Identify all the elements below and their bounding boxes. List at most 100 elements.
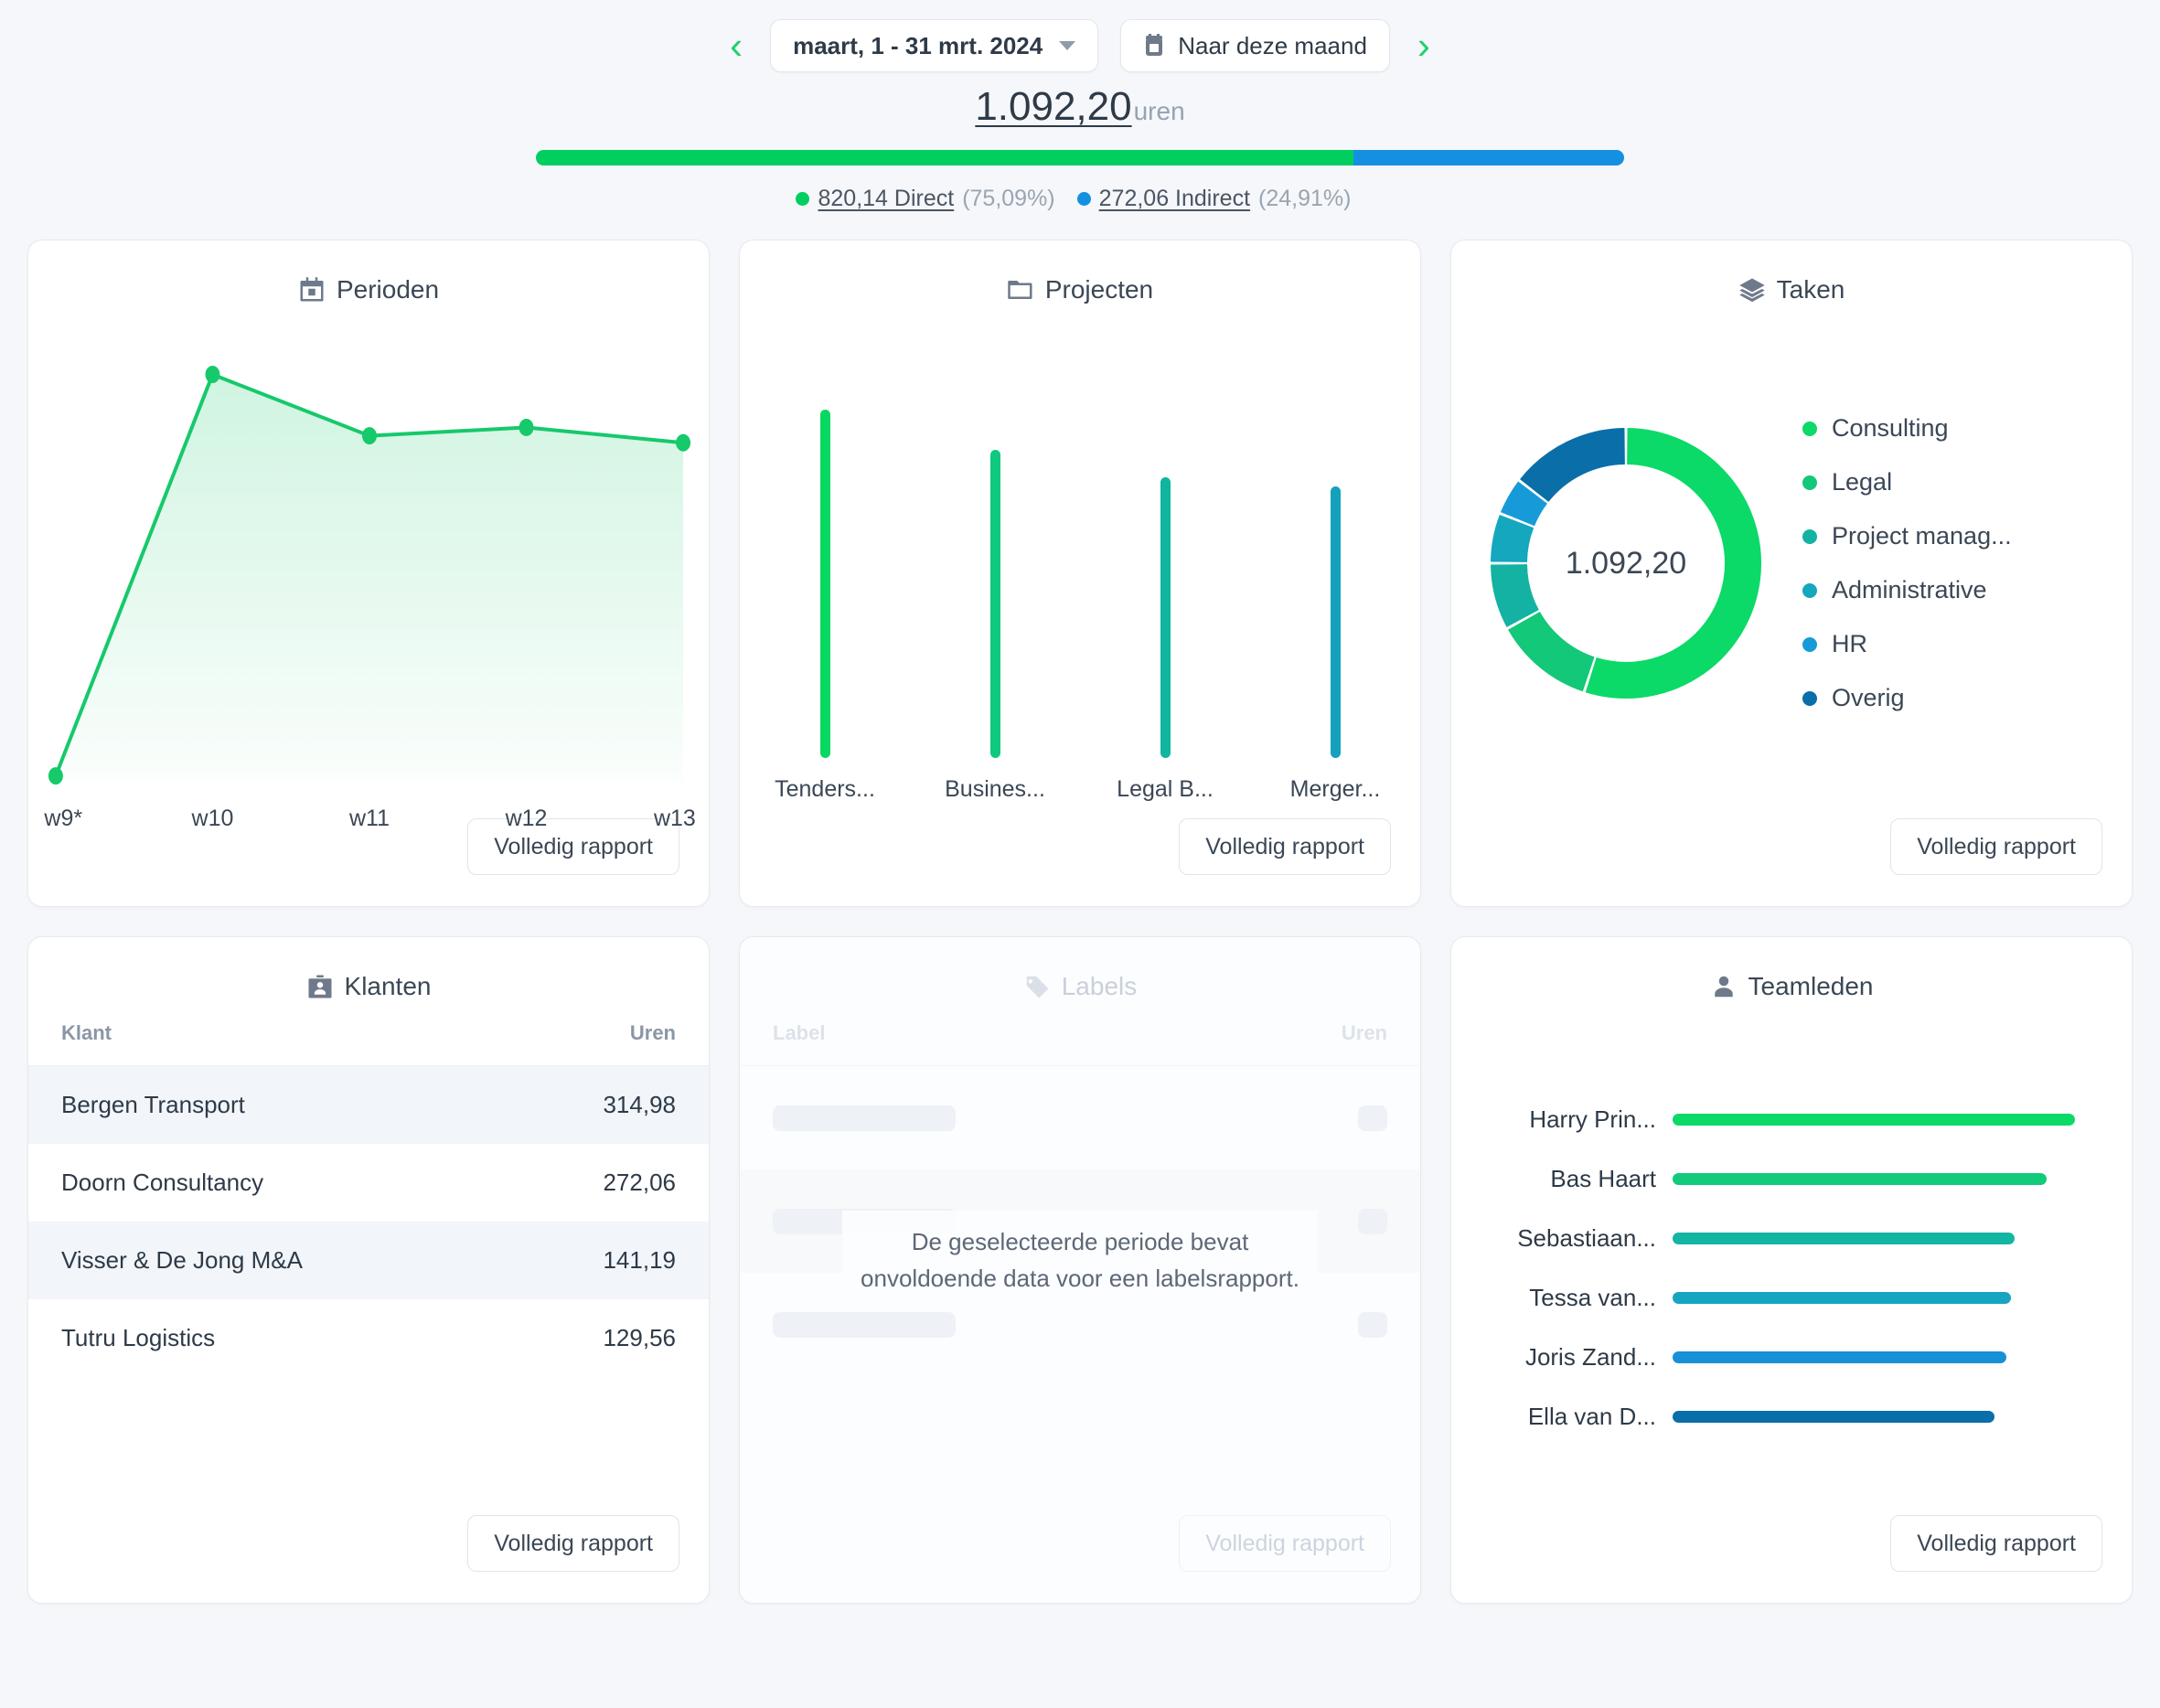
tasks-legend-dot: [1802, 421, 1817, 436]
team-member-bar[interactable]: [1673, 1233, 2015, 1244]
card-perioden: Perioden w9* w10 w11 w12 w13 Volledig rappor…: [27, 240, 710, 907]
legend-indirect-value[interactable]: 272,06 Indirect: [1099, 186, 1250, 212]
table-row[interactable]: Visser & De Jong M&A 141,19: [28, 1222, 709, 1299]
card-footer-taken: Volledig rapport: [1451, 818, 2132, 906]
team-member-bar[interactable]: [1673, 1411, 1994, 1423]
project-bar[interactable]: [989, 449, 1000, 758]
previous-period-button[interactable]: ‹: [724, 27, 748, 65]
team-member-name: Bas Haart: [1550, 1165, 1656, 1192]
card-teamleden: Teamleden Harry Prin... Bas Haart Sebastia…: [1450, 936, 2133, 1604]
legend-indirect[interactable]: 272,06 Indirect (24,91%): [1076, 186, 1364, 212]
card-title-labels: Labels: [1061, 972, 1138, 1000]
team-member-bar[interactable]: [1673, 1292, 2011, 1304]
legend-direct[interactable]: 820,14 Direct (75,09%): [796, 186, 1067, 212]
project-bar[interactable]: [819, 409, 830, 758]
periods-tick-label: w12: [505, 806, 548, 831]
tasks-legend-dot: [1802, 582, 1817, 598]
period-selector-button[interactable]: maart, 1 - 31 mrt. 2024: [770, 19, 1099, 72]
card-title-perioden: Perioden: [336, 275, 440, 304]
project-bar[interactable]: [1330, 486, 1341, 758]
project-bar-column[interactable]: Tenders...: [740, 308, 910, 818]
team-member-row[interactable]: Harry Prin...: [1473, 1105, 2104, 1134]
donut-graphic[interactable]: 1.092,20: [1475, 412, 1777, 714]
tasks-donut-chart[interactable]: 1.092,20 Consulting Legal Project manag...…: [1451, 308, 2132, 818]
client-hours-cell: 129,56: [603, 1324, 676, 1351]
team-member-bar[interactable]: [1673, 1173, 2048, 1185]
project-bar-column[interactable]: Merger...: [1250, 308, 1420, 818]
tasks-legend: Consulting Legal Project manag... Administr…: [1802, 414, 2012, 712]
periods-tick-label: w13: [653, 806, 696, 831]
tasks-legend-item[interactable]: Administrative: [1802, 576, 2012, 604]
team-member-row[interactable]: Joris Zand...: [1473, 1343, 2104, 1372]
total-hours-unit: uren: [1133, 97, 1185, 125]
chevron-down-icon: [1059, 41, 1076, 50]
project-bar-column[interactable]: Busines...: [910, 308, 1080, 818]
clients-table-body: Klant Uren Bergen Transport 314,98 Doorn C…: [28, 1005, 709, 1515]
tasks-legend-label: Administrative: [1832, 576, 1987, 603]
full-report-button-labels: Volledig rapport: [1179, 1515, 1391, 1572]
project-bar[interactable]: [1160, 476, 1171, 758]
hours-summary: 1.092,20 uren 820,14 Direct (75,09%) 272…: [0, 84, 2160, 212]
card-footer-klanten: Volledig rapport: [28, 1515, 709, 1603]
table-row[interactable]: Bergen Transport 314,98: [28, 1065, 709, 1144]
labels-empty-body: Label Uren De geselecteerde periode beva…: [740, 1005, 1420, 1515]
team-member-row[interactable]: Ella van D...: [1473, 1403, 2104, 1431]
card-header-labels: Labels: [740, 937, 1420, 1005]
table-row[interactable]: Doorn Consultancy 272,06: [28, 1144, 709, 1222]
tasks-legend-item[interactable]: Overig: [1802, 684, 2012, 712]
layers-icon: [1738, 276, 1766, 304]
tasks-legend-label: Legal: [1832, 468, 1893, 496]
team-member-name: Ella van D...: [1527, 1403, 1656, 1430]
card-taken: Taken 1.092,20 Consulting Legal Project ma…: [1450, 240, 2133, 907]
client-hours-cell: 141,19: [603, 1246, 676, 1274]
project-bar-column[interactable]: Legal B...: [1080, 308, 1250, 818]
client-hours-cell: 272,06: [603, 1169, 676, 1196]
tasks-legend-item[interactable]: Legal: [1802, 468, 2012, 496]
labels-empty-state: De geselecteerde periode bevat onvoldoen…: [740, 1005, 1420, 1515]
client-hours-cell: 314,98: [603, 1091, 676, 1118]
tasks-legend-dot: [1802, 636, 1817, 652]
periods-tick-label: w10: [191, 806, 234, 831]
folder-icon: [1007, 276, 1034, 304]
tasks-legend-item[interactable]: HR: [1802, 630, 2012, 658]
team-member-bar[interactable]: [1673, 1114, 2075, 1126]
legend-indirect-percent: (24,91%): [1258, 186, 1352, 211]
next-period-button[interactable]: ›: [1412, 27, 1436, 65]
date-navigation-bar: ‹ maart, 1 - 31 mrt. 2024 Naar deze maan…: [0, 0, 2160, 75]
team-member-bar[interactable]: [1673, 1351, 2007, 1363]
card-title-projecten: Projecten: [1044, 275, 1154, 304]
team-member-row[interactable]: Sebastiaan...: [1473, 1224, 2104, 1253]
progress-segment-direct: [536, 150, 1353, 165]
card-header-klanten: Klanten: [28, 937, 709, 1005]
table-row[interactable]: Tutru Logistics 129,56: [28, 1299, 709, 1377]
column-header-uren: Uren: [497, 1005, 709, 1066]
legend-direct-percent: (75,09%): [962, 186, 1055, 211]
team-member-row[interactable]: Tessa van...: [1473, 1284, 2104, 1312]
total-hours-value[interactable]: 1.092,20: [975, 84, 1131, 130]
tasks-legend-item[interactable]: Consulting: [1802, 414, 2012, 443]
dashboard-card-grid: Perioden w9* w10 w11 w12 w13 Volledig rappor…: [0, 240, 2160, 1604]
full-report-button-klanten[interactable]: Volledig rapport: [467, 1515, 679, 1572]
total-hours-line: 1.092,20 uren: [0, 84, 2160, 130]
client-name-cell: Tutru Logistics: [61, 1324, 216, 1351]
team-member-row[interactable]: Bas Haart: [1473, 1165, 2104, 1193]
full-report-button-taken[interactable]: Volledig rapport: [1890, 818, 2102, 875]
donut-center-total: 1.092,20: [1565, 545, 1687, 581]
go-to-this-month-button[interactable]: Naar deze maand: [1120, 19, 1390, 72]
progress-segment-indirect: [1353, 150, 1624, 165]
person-icon: [1710, 973, 1738, 1000]
team-bar-chart[interactable]: Harry Prin... Bas Haart Sebastiaan... Tessa…: [1451, 1005, 2132, 1515]
tasks-legend-item[interactable]: Project manag...: [1802, 522, 2012, 550]
legend-direct-value[interactable]: 820,14 Direct: [818, 186, 954, 212]
full-report-button-perioden[interactable]: Volledig rapport: [467, 818, 679, 875]
card-klanten: Klanten Klant Uren Bergen Transport 314,9…: [27, 936, 710, 1604]
full-report-button-teamleden[interactable]: Volledig rapport: [1890, 1515, 2102, 1572]
card-footer-labels: Volledig rapport: [740, 1515, 1420, 1603]
full-report-button-projecten[interactable]: Volledig rapport: [1179, 818, 1391, 875]
calendar-icon: [298, 276, 326, 304]
periods-tick-label: w9*: [44, 806, 83, 831]
projects-bar-chart[interactable]: Tenders... Busines... Legal B... Merger...: [740, 308, 1420, 818]
team-member-name: Tessa van...: [1529, 1284, 1656, 1311]
periods-line-chart[interactable]: w9* w10 w11 w12 w13: [28, 308, 709, 831]
project-bar-label: Busines...: [945, 776, 1045, 802]
